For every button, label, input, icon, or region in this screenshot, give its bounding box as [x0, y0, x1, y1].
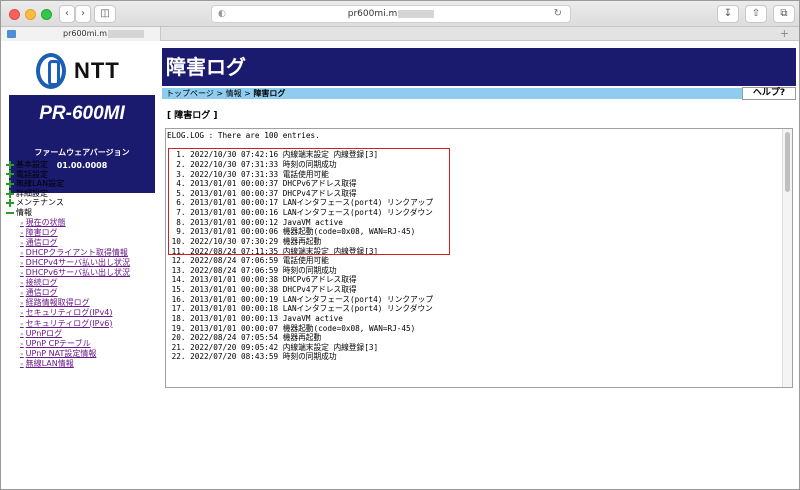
main-content: 障害ログ トップページ > 情報 > 障害ログ ヘルプ? [ 障害ログ ] EL… [162, 43, 797, 489]
expand-icon [6, 179, 14, 188]
tab-bar: pr600mi.m + [1, 27, 799, 41]
sidebar-item-wlan-info[interactable]: » 無線LAN情報 [6, 359, 156, 369]
log-entry: 15. 2013/01/01 00:00:38 DHCPv4アドレス取得 [167, 285, 357, 294]
expand-icon [6, 199, 14, 208]
menu-info[interactable]: 情報 [6, 208, 156, 218]
breadcrumb-info[interactable]: 情報 [226, 89, 242, 98]
zoom-window-button[interactable] [41, 9, 52, 20]
log-entry: 10. 2022/10/30 07:30:29 機器再起動 [167, 236, 322, 246]
log-entry: 7. 2013/01/01 00:00:16 LANインタフェース(port4)… [167, 208, 433, 217]
sidebar: NTT PR-600MI ファームウェアバージョン 01.00.0008 基本設… [6, 43, 156, 489]
log-entry: 22. 2022/07/20 08:43:59 時刻の同期成功 [167, 352, 337, 362]
sidebar-item-comm-log[interactable]: » 通信ログ [6, 238, 156, 248]
firmware-label: ファームウェアバージョン [34, 148, 130, 157]
log-entry: 21. 2022/07/20 09:05:42 内線端末設定 内線登録[3] [167, 342, 379, 352]
menu-maintenance[interactable]: メンテナンス [6, 198, 156, 208]
privacy-icon: ◐ [218, 9, 226, 19]
menu-phone-settings[interactable]: 電話設定 [6, 170, 156, 180]
log-entry: 3. 2022/10/30 07:31:33 電話使用可能 [167, 169, 329, 179]
sidebar-item-traffic-log[interactable]: » 通信ログ [6, 288, 156, 298]
log-entry: 6. 2013/01/01 00:00:17 LANインタフェース(port4)… [167, 198, 434, 208]
log-entry: 2. 2022/10/30 07:31:33 時刻の同期成功 [167, 159, 337, 169]
breadcrumb-current: 障害ログ [253, 89, 286, 98]
minimize-window-button[interactable] [25, 9, 36, 20]
menu-basic-settings[interactable]: 基本設定 [6, 160, 156, 170]
log-entry: 1. 2022/10/30 07:42:16 内線端末設定 内線登録[3] [167, 150, 379, 160]
sidebar-item-route-log[interactable]: » 経路情報取得ログ [6, 298, 156, 308]
log-entry: 14. 2013/01/01 00:00:38 DHCPv6アドレス取得 [167, 275, 357, 285]
log-entry: 19. 2013/01/01 00:00:07 機器起動(code=0x08, … [167, 323, 416, 333]
sidebar-item-dhcp-client[interactable]: » DHCPクライアント取得情報 [6, 248, 156, 258]
sidebar-item-dhcpv4-server[interactable]: » DHCPv4サーバ払い出し状況 [6, 258, 156, 268]
download-icon[interactable]: ↧ [717, 5, 739, 23]
browser-window: ‹ › ◫ ◐ pr600mi.m ↻ ↧ ⇧ ⧉ pr600mi.m + NT… [0, 0, 800, 490]
scroll-thumb[interactable] [785, 132, 790, 192]
sidebar-item-failure-log[interactable]: » 障害ログ [6, 228, 156, 238]
log-scrollbar[interactable] [782, 129, 792, 387]
tabs-overview-icon[interactable]: ⧉ [773, 5, 795, 23]
section-title: [ 障害ログ ] [167, 111, 218, 121]
log-entry: 8. 2013/01/01 00:00:12 JavaVM active [167, 217, 343, 227]
log-entry: 13. 2022/08/24 07:06:59 時刻の同期成功 [167, 265, 337, 275]
sidebar-item-current-status[interactable]: » 現在の状態 [6, 218, 156, 228]
page-title: 障害ログ [162, 48, 796, 86]
redacted-tab-title [108, 29, 144, 38]
sidebar-item-dhcpv6-server[interactable]: » DHCPv6サーバ払い出し状況 [6, 268, 156, 278]
back-icon[interactable]: ‹ [59, 5, 75, 23]
reload-icon[interactable]: ↻ [554, 6, 562, 22]
log-entry: 11. 2022/08/24 07:11:35 内線端末設定 内線登録[3] [167, 246, 379, 256]
share-icon[interactable]: ⇧ [745, 5, 767, 23]
sidebar-item-upnp-log[interactable]: » UPnPログ [6, 329, 156, 339]
sidebar-item-security-log-ipv6[interactable]: » セキュリティログ(IPv6) [6, 319, 156, 329]
breadcrumb-top[interactable]: トップページ [166, 89, 214, 98]
log-header: ELOG.LOG : There are 100 entries. [167, 131, 320, 140]
side-menu: 基本設定 電話設定 無線LAN設定 詳細設定 メンテナンス 情報 » 現在の状態 … [6, 160, 156, 369]
close-window-button[interactable] [9, 9, 20, 20]
log-entry: 5. 2013/01/01 00:00:37 DHCPv4アドレス取得 [167, 188, 357, 198]
expand-icon [6, 189, 14, 198]
log-textarea[interactable]: ELOG.LOG : There are 100 entries. 1. 202… [165, 128, 793, 388]
log-text: ELOG.LOG : There are 100 entries. 1. 202… [166, 129, 782, 362]
collapse-icon [6, 209, 14, 217]
log-entry: 18. 2013/01/01 00:00:13 JavaVM active [167, 313, 343, 323]
log-entry: 12. 2022/08/24 07:06:59 電話使用可能 [167, 256, 329, 266]
breadcrumb: トップページ > 情報 > 障害ログ ヘルプ? [162, 87, 796, 100]
redacted-url-part [398, 9, 435, 18]
expand-icon [6, 160, 14, 169]
log-entry: 17. 2013/01/01 00:00:18 LANインタフェース(port4… [167, 304, 433, 314]
sidebar-toggle-icon[interactable]: ◫ [94, 5, 116, 23]
address-url: pr600mi.m [347, 9, 398, 19]
sidebar-item-security-log-ipv4[interactable]: » セキュリティログ(IPv4) [6, 308, 156, 318]
menu-wlan-settings[interactable]: 無線LAN設定 [6, 179, 156, 189]
ntt-logo: NTT [36, 53, 136, 93]
sidebar-item-upnp-nat[interactable]: » UPnP NAT設定情報 [6, 349, 156, 359]
favicon-icon [7, 30, 16, 38]
tab-title: pr600mi.m [63, 29, 107, 38]
expand-icon [6, 170, 14, 179]
address-bar[interactable]: ◐ pr600mi.m ↻ [211, 5, 571, 23]
sidebar-item-connection-log[interactable]: » 接続ログ [6, 278, 156, 288]
sidebar-item-upnp-cp-table[interactable]: » UPnP CPテーブル [6, 339, 156, 349]
tab-router[interactable]: pr600mi.m [1, 27, 161, 41]
menu-detail-settings[interactable]: 詳細設定 [6, 189, 156, 199]
model-name: PR-600MI [39, 103, 125, 124]
new-tab-icon[interactable]: + [780, 27, 789, 41]
ntt-logo-mark-icon [36, 53, 66, 89]
title-bar: ‹ › ◫ ◐ pr600mi.m ↻ ↧ ⇧ ⧉ [1, 1, 799, 27]
log-entry: 9. 2013/01/01 00:00:06 機器起動(code=0x08, W… [167, 227, 416, 237]
brand-name: NTT [74, 58, 120, 83]
help-button[interactable]: ヘルプ? [742, 87, 796, 100]
log-entry: 16. 2013/01/01 00:00:19 LANインタフェース(port4… [167, 294, 434, 304]
log-entry: 20. 2022/08/24 07:05:54 機器再起動 [167, 333, 322, 343]
log-entry: 4. 2013/01/01 00:00:37 DHCPv6アドレス取得 [167, 179, 357, 189]
forward-icon[interactable]: › [75, 5, 91, 23]
